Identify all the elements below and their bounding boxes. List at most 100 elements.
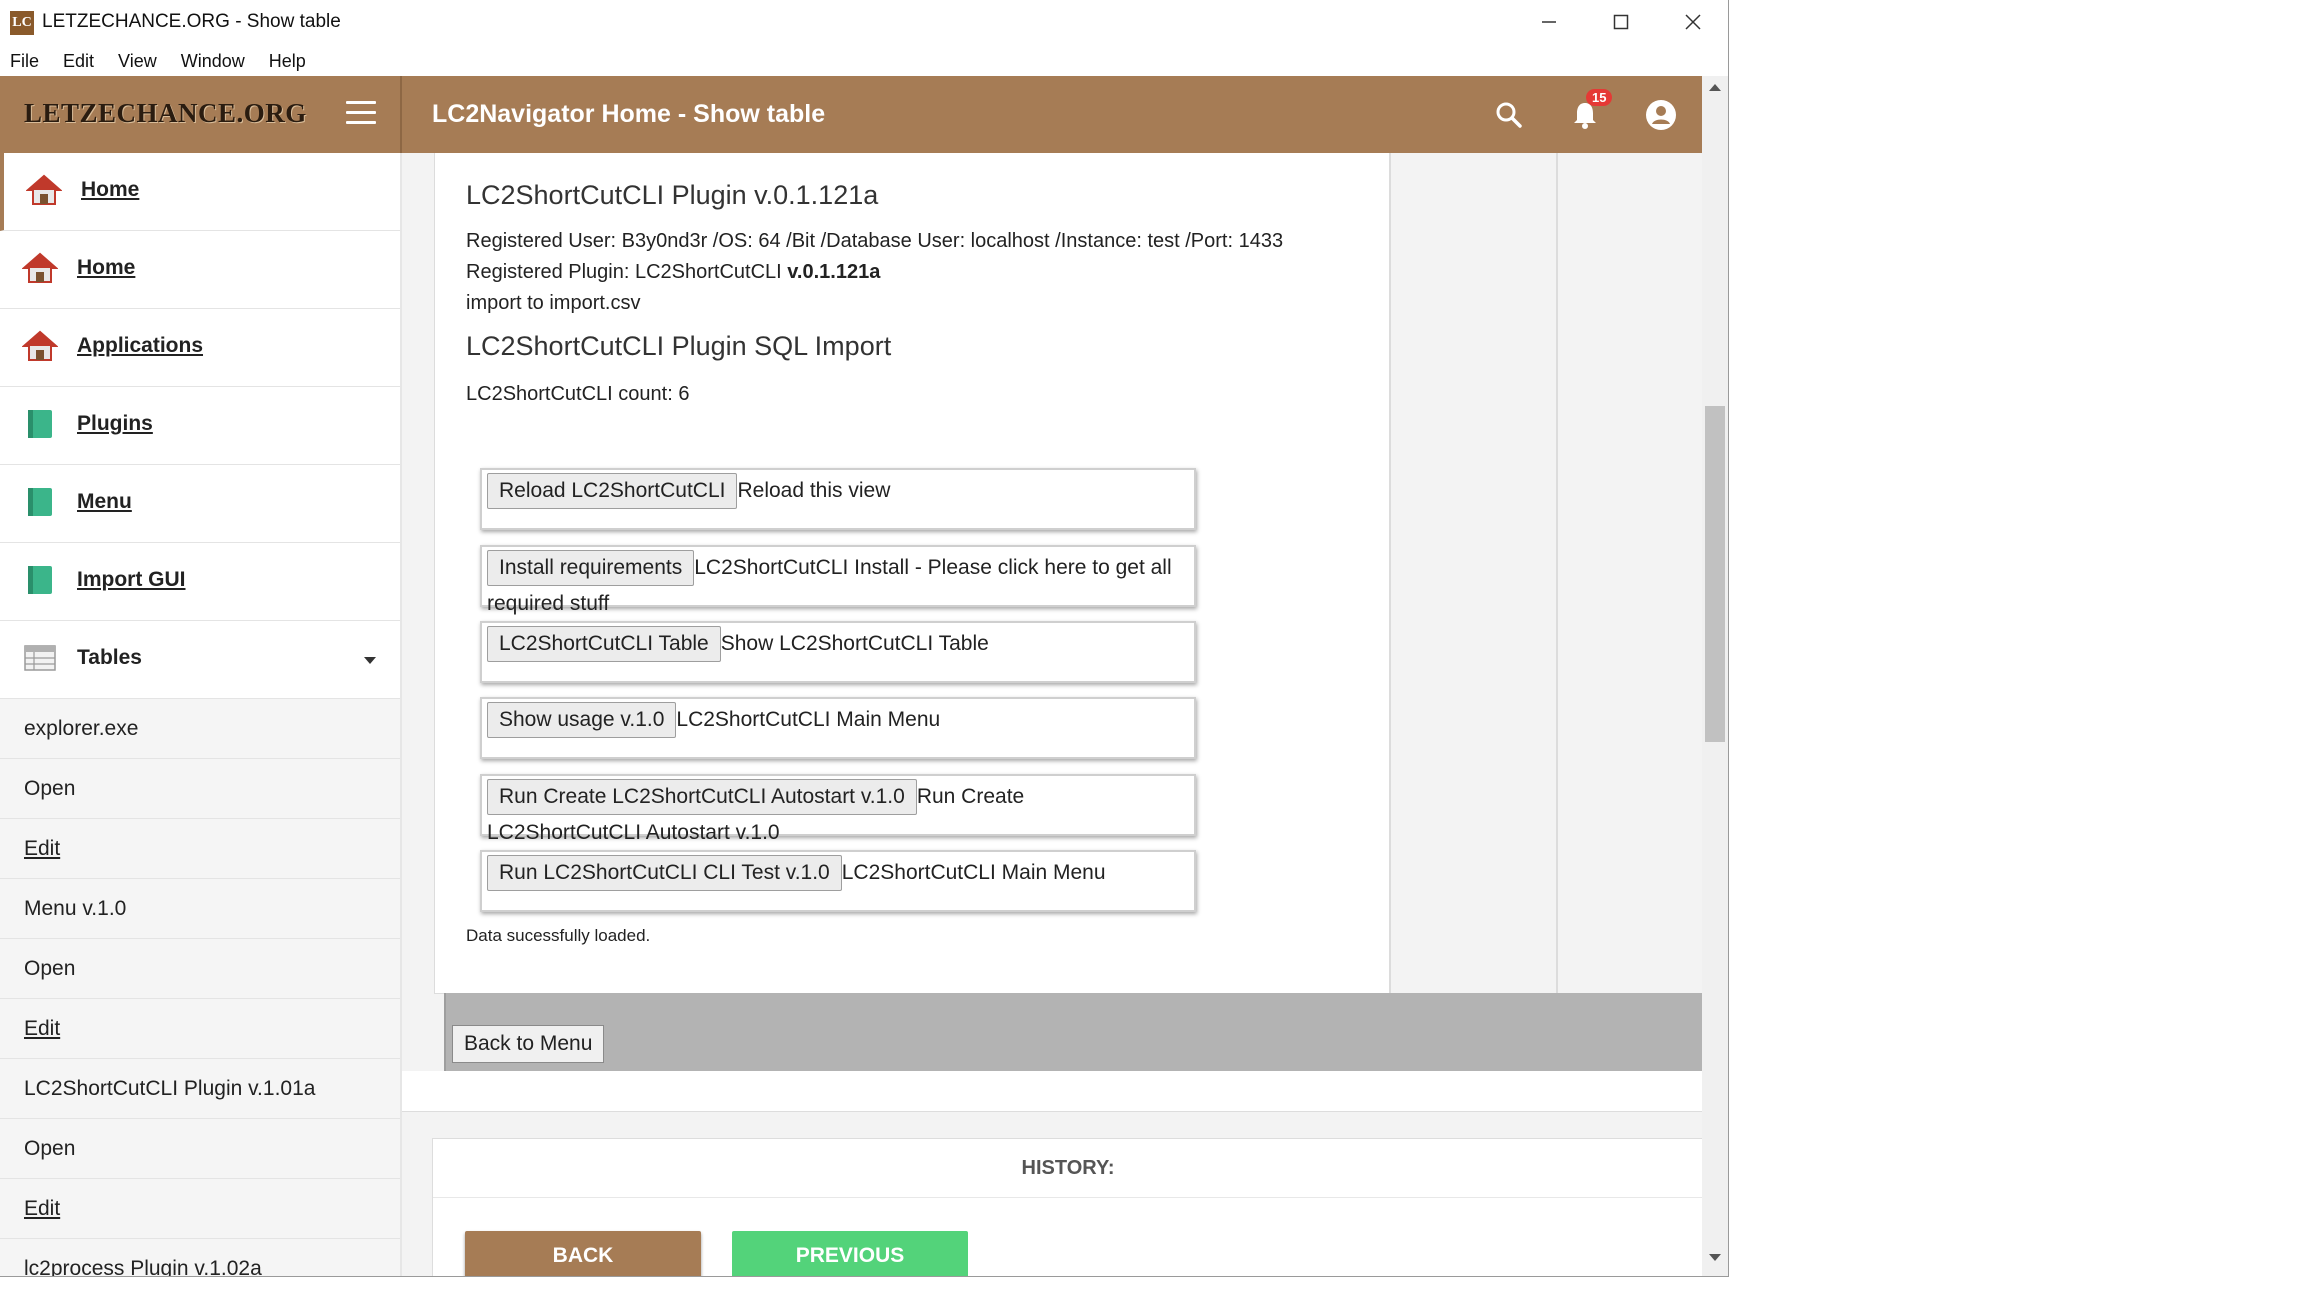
action-row: Run Create LC2ShortCutCLI Autostart v.1.… [480, 774, 1196, 844]
plugin-title: LC2ShortCutCLI Plugin v.0.1.121a [466, 180, 879, 210]
sidebar-item-import-gui[interactable]: Import GUI [0, 543, 400, 621]
column-divider [1389, 153, 1391, 993]
table-icon [24, 645, 56, 671]
action-description: Reload this view [737, 479, 891, 502]
install-requirements-button[interactable]: Install requirements [487, 550, 695, 586]
brand-logo[interactable]: LETZECHANCE.ORG [24, 98, 307, 129]
sidebar-item-label: Applications [77, 334, 204, 357]
history-title: HISTORY: [433, 1139, 1702, 1198]
table-edit-link[interactable]: Edit [0, 999, 400, 1059]
action-description: LC2ShortCutCLI Main Menu [841, 861, 1106, 884]
action-row: Install requirements LC2ShortCutCLI Insta… [480, 545, 1196, 615]
main-content: LC2ShortCutCLI Plugin v.0.1.121a Registe… [402, 153, 1702, 1276]
house-icon [22, 252, 58, 283]
notification-badge: 15 [1586, 89, 1613, 106]
top-header: LETZECHANCE.ORG LC2Navigator Home - Show… [0, 76, 1702, 153]
sidebar-item-tables[interactable]: Tables [0, 621, 400, 699]
minimize-icon [1542, 21, 1556, 23]
spacer-band [402, 1071, 1702, 1112]
header-divider [400, 76, 402, 153]
house-icon [22, 330, 58, 361]
maximize-icon [1613, 14, 1629, 30]
scroll-up-arrow-icon[interactable] [1709, 84, 1721, 91]
table-entry-label: Edit [24, 1017, 61, 1040]
reload-button[interactable]: Reload LC2ShortCutCLI [487, 473, 738, 509]
registered-plugin: Registered Plugin: LC2ShortCutCLI v.0.1.… [466, 261, 880, 284]
table-entry-label: LC2ShortCutCLI Plugin v.1.01a [24, 1077, 316, 1100]
book-icon [28, 488, 52, 516]
menu-file[interactable]: File [10, 48, 39, 74]
menu-help[interactable]: Help [269, 48, 306, 74]
app-logo-icon: LC [10, 11, 34, 35]
book-icon [28, 410, 52, 438]
table-entry-label: Open [24, 777, 76, 800]
registered-plugin-text: Registered Plugin: LC2ShortCutCLI [466, 261, 788, 283]
maximize-button[interactable] [1585, 0, 1657, 46]
show-usage-button[interactable]: Show usage v.1.0 [487, 702, 677, 738]
menu-bar: File Edit View Window Help [0, 48, 1728, 76]
table-entry[interactable]: explorer.exe [0, 699, 400, 759]
import-title: LC2ShortCutCLI Plugin SQL Import [466, 331, 892, 361]
registered-plugin-version: v.0.1.121a [787, 261, 881, 283]
action-description: LC2ShortCutCLI Main Menu [676, 708, 941, 731]
history-panel: HISTORY: BACK PREVIOUS [432, 1138, 1702, 1276]
show-table-button[interactable]: LC2ShortCutCLI Table [487, 626, 721, 662]
table-entry-label: explorer.exe [24, 717, 139, 740]
action-row: Run LC2ShortCutCLI CLI Test v.1.0 LC2Shor… [480, 850, 1196, 912]
sidebar-item-label: Home [77, 256, 136, 279]
table-open-link[interactable]: Open [0, 939, 400, 999]
back-button[interactable]: BACK [465, 1231, 701, 1276]
menu-view[interactable]: View [118, 48, 157, 74]
scrollbar-thumb[interactable] [1705, 406, 1725, 742]
status-message: Data sucessfully loaded. [466, 926, 651, 945]
vertical-scrollbar[interactable] [1702, 76, 1728, 1276]
table-entry-label: Edit [24, 1197, 61, 1220]
run-cli-test-button[interactable]: Run LC2ShortCutCLI CLI Test v.1.0 [487, 855, 842, 891]
previous-button[interactable]: PREVIOUS [732, 1231, 968, 1276]
window-title: LETZECHANCE.ORG - Show table [42, 11, 341, 32]
run-create-autostart-button[interactable]: Run Create LC2ShortCutCLI Autostart v.1.… [487, 779, 917, 815]
close-button[interactable] [1657, 0, 1728, 46]
action-description: Show LC2ShortCutCLI Table [720, 632, 989, 655]
sidebar: Home Home Applications Plugins Menu Impo… [0, 153, 402, 1276]
page-title: LC2Navigator Home - Show table [432, 100, 826, 128]
table-entry[interactable]: Menu v.1.0 [0, 879, 400, 939]
title-bar: LC LETZECHANCE.ORG - Show table [0, 0, 1728, 48]
table-entry-label: Open [24, 957, 76, 980]
action-row: Reload LC2ShortCutCLI Reload this view [480, 468, 1196, 530]
close-icon [1685, 14, 1701, 30]
app-window: LC LETZECHANCE.ORG - Show table File Edit… [0, 0, 1729, 1277]
scroll-down-arrow-icon[interactable] [1709, 1254, 1721, 1261]
sidebar-item-label: Import GUI [77, 568, 186, 591]
table-edit-link[interactable]: Edit [0, 1179, 400, 1239]
column-divider [1556, 153, 1558, 993]
search-icon[interactable] [1492, 98, 1526, 132]
menu-edit[interactable]: Edit [63, 48, 94, 74]
back-to-menu-button[interactable]: Back to Menu [452, 1025, 605, 1063]
registered-user: Registered User: B3y0nd3r /OS: 64 /Bit /… [466, 230, 1284, 252]
account-icon[interactable] [1644, 98, 1678, 132]
sidebar-item-home[interactable]: Home [0, 153, 400, 231]
action-row: Show usage v.1.0 LC2ShortCutCLI Main Menu [480, 697, 1196, 759]
import-line: import to import.csv [466, 292, 641, 314]
sidebar-item-label: Tables [77, 646, 142, 669]
table-entry-label: Edit [24, 837, 61, 860]
table-edit-link[interactable]: Edit [0, 819, 400, 879]
sidebar-item-menu[interactable]: Menu [0, 465, 400, 543]
sidebar-item-applications[interactable]: Applications [0, 309, 400, 387]
sidebar-item-home-2[interactable]: Home [0, 231, 400, 309]
sidebar-item-label: Plugins [77, 412, 153, 435]
table-entry-label: lc2process Plugin v.1.02a [24, 1257, 262, 1276]
sidebar-item-label: Home [81, 178, 140, 201]
menu-window[interactable]: Window [181, 48, 245, 74]
table-entry-label: Menu v.1.0 [24, 897, 127, 920]
table-open-link[interactable]: Open [0, 1119, 400, 1179]
table-entry[interactable]: lc2process Plugin v.1.02a [0, 1239, 400, 1276]
table-entry[interactable]: LC2ShortCutCLI Plugin v.1.01a [0, 1059, 400, 1119]
record-count: LC2ShortCutCLI count: 6 [466, 383, 690, 405]
sidebar-item-plugins[interactable]: Plugins [0, 387, 400, 465]
hamburger-menu-icon[interactable] [346, 101, 376, 127]
table-open-link[interactable]: Open [0, 759, 400, 819]
minimize-button[interactable] [1513, 0, 1585, 46]
table-entry-label: Open [24, 1137, 76, 1160]
